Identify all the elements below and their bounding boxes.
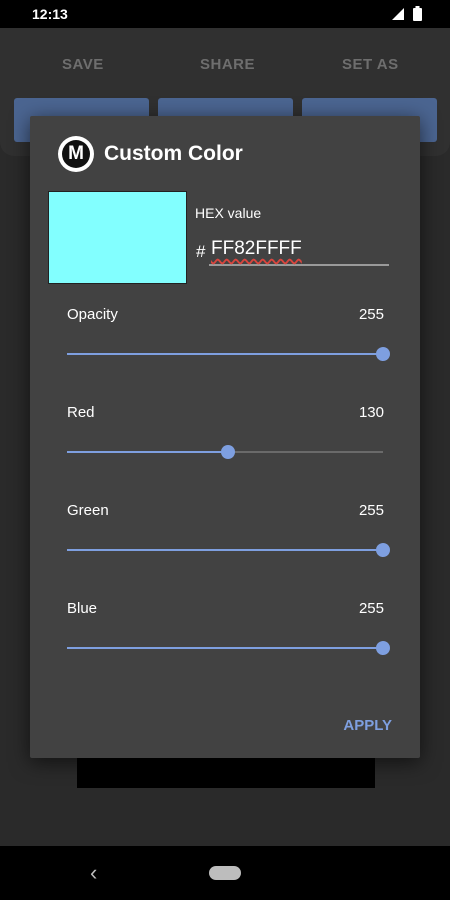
color-preview-swatch [48, 191, 187, 284]
app-logo-icon: M [58, 136, 94, 172]
slider-track[interactable] [67, 347, 390, 361]
apply-button[interactable]: APPLY [343, 717, 392, 734]
hex-value-input[interactable] [209, 236, 389, 266]
dialog-title: Custom Color [104, 142, 243, 165]
signal-icon [392, 7, 404, 20]
custom-color-dialog: M Custom Color HEX value # FF82FFFF Opac… [30, 116, 420, 758]
dialog-header: M Custom Color [58, 136, 243, 172]
back-icon[interactable]: ‹ [90, 860, 97, 886]
slider-value: 255 [358, 306, 384, 323]
slider-value: 130 [358, 404, 384, 421]
slider-fill [67, 451, 229, 453]
slider-track[interactable] [67, 445, 383, 459]
slider-fill [67, 647, 383, 649]
battery-icon [413, 6, 422, 21]
slider-thumb[interactable] [376, 641, 390, 655]
slider-label: Green [67, 502, 109, 519]
slider-label: Blue [67, 600, 98, 617]
slider-label: Red [67, 404, 95, 421]
slider-thumb[interactable] [376, 543, 390, 557]
home-pill-icon[interactable] [209, 866, 241, 880]
status-icons [391, 6, 422, 21]
hex-prefix: # [196, 242, 206, 261]
app-logo-letter: M [62, 140, 90, 168]
navigation-bar: ‹ [0, 846, 450, 900]
slider-value: 255 [358, 502, 384, 519]
set-as-button[interactable]: SET AS [342, 56, 399, 73]
status-bar: 12:13 [0, 0, 450, 28]
hex-value-label: HEX value [195, 205, 262, 221]
slider-track[interactable] [67, 543, 390, 557]
slider-label: Opacity [67, 306, 118, 323]
slider-thumb[interactable] [376, 347, 390, 361]
slider-track[interactable] [67, 641, 390, 655]
slider-value: 255 [358, 600, 384, 617]
share-button[interactable]: SHARE [200, 56, 255, 73]
status-time: 12:13 [32, 6, 68, 22]
slider-fill [67, 549, 383, 551]
slider-thumb[interactable] [221, 445, 236, 459]
slider-fill [67, 353, 383, 355]
save-button[interactable]: SAVE [62, 56, 104, 73]
